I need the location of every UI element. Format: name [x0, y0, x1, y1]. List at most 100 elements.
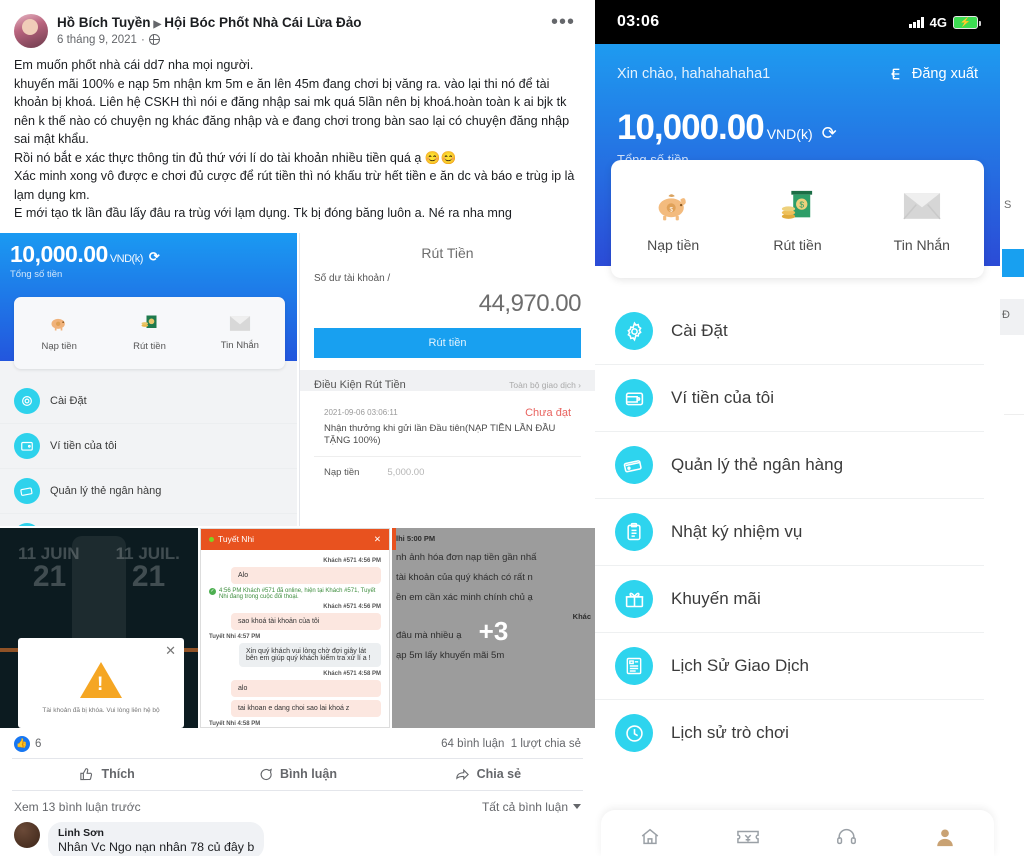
- shares-count[interactable]: 1 lượt chia sẻ: [511, 738, 581, 750]
- post-author-name[interactable]: Hồ Bích Tuyền: [57, 15, 151, 30]
- post-group-name[interactable]: Hội Bóc Phốt Nhà Cái Lừa Đảo: [164, 15, 361, 30]
- poster-numbers: 21 21: [0, 560, 198, 594]
- all-transactions-link[interactable]: Toàn bộ giao dịch ›: [509, 380, 581, 390]
- thumb-withdraw-record2: Nạp tiền 5,000.00: [314, 456, 581, 489]
- thumb-qa-message[interactable]: Tin Nhắn: [195, 315, 285, 351]
- view-previous-comments-link[interactable]: Xem 13 bình luận trước: [14, 800, 141, 814]
- quick-action-deposit[interactable]: $ Nạp tiền: [611, 185, 735, 253]
- thumb-menu-item-partial[interactable]: [0, 514, 297, 526]
- thumb-withdraw-button[interactable]: Rút tiền: [314, 327, 581, 358]
- headset-support-icon: [837, 829, 857, 845]
- cut-off-side-panel: S Đ: [1000, 0, 1024, 856]
- reaction-summary[interactable]: 👍 6: [14, 735, 41, 752]
- logout-label: Đăng xuất: [911, 66, 978, 82]
- post-header: Hồ Bích Tuyền ▶ Hội Bóc Phốt Nhà Cái Lừa Đ…: [0, 0, 595, 52]
- user-profile-icon: [937, 829, 953, 847]
- tab-profile[interactable]: [896, 826, 994, 848]
- collage-image-locked-account[interactable]: 11 JUIN 11 JUIL. 21 21 ✕ Tài khoản đã bị…: [0, 527, 198, 728]
- menu-item-task-log[interactable]: Nhật ký nhiệm vụ: [595, 499, 984, 566]
- close-icon[interactable]: ✕: [374, 534, 381, 545]
- thumb-qa-withdraw-label: Rút tiền: [133, 341, 166, 352]
- menu-item-game-history[interactable]: Lịch sử trò chơi: [595, 700, 984, 766]
- avatar[interactable]: [14, 821, 40, 848]
- collage-image-wallet[interactable]: 10,000.00 VND(k) ⟳ Tổng số tiền Nạp tiền…: [0, 232, 297, 526]
- comments-count[interactable]: 64 bình luận: [441, 738, 504, 750]
- thumb-menu-label: Ví tiền của tôi: [50, 439, 117, 452]
- menu-item-wallet[interactable]: Ví tiền của tôi: [595, 365, 984, 432]
- comment-bubble: Linh Sơn Nhân Vc Ngo nạn nhân 78 củ đây …: [48, 821, 265, 856]
- comment-author[interactable]: Linh Sơn: [58, 827, 254, 839]
- post-action-bar: Thích Bình luận Chia sẻ: [12, 757, 583, 791]
- thumb-wallet-menu: Cài Đặt Ví tiền của tôi Quản lý thẻ ngân…: [0, 361, 297, 526]
- edge-withdraw-button-fragment[interactable]: [1002, 249, 1024, 277]
- close-icon[interactable]: ✕: [165, 643, 176, 659]
- logout-button[interactable]: Đăng xuất: [890, 66, 978, 82]
- post-date: 6 tháng 9, 2021: [57, 33, 137, 46]
- clipboard-icon: [615, 513, 653, 551]
- ticket-yen-icon: [737, 830, 760, 844]
- all-comments-filter[interactable]: Tất cả bình luận: [482, 800, 581, 814]
- thumb-qa-deposit[interactable]: Nạp tiền: [14, 313, 104, 352]
- menu-item-label: Lịch sử trò chơi: [671, 723, 789, 742]
- tab-home[interactable]: [601, 826, 699, 848]
- envelope-icon: [860, 185, 984, 227]
- record2-value: 5,000.00: [387, 467, 425, 479]
- post-title-line: Hồ Bích Tuyền ▶ Hội Bóc Phốt Nhà Cái Lừa Đ…: [57, 15, 545, 32]
- tab-support[interactable]: [798, 826, 896, 848]
- chat-system-message: ✓ 4:56 PM Khách #571 đã online, hiện tại …: [209, 587, 376, 600]
- online-status-dot-icon: [209, 537, 214, 542]
- like-button[interactable]: Thích: [12, 759, 202, 790]
- comment-bubble-icon: [260, 767, 272, 780]
- chat-header: Tuyết Nhi ✕: [201, 528, 389, 550]
- thumb-menu-item-settings[interactable]: Cài Đặt: [0, 379, 297, 424]
- thumb-menu-item-bankcard[interactable]: Quản lý thẻ ngân hàng: [0, 469, 297, 514]
- post-more-options-button[interactable]: •••: [545, 12, 581, 32]
- bank-card-icon: [615, 446, 653, 484]
- collage-image-withdraw[interactable]: Rút Tiền Số dư tài khoản / 44,970.00 Rút…: [299, 232, 595, 526]
- chat-message: alo: [231, 679, 381, 697]
- more-line-3: ền em cần xác minh chính chủ ạ: [396, 591, 533, 603]
- post-line-0: Em muốn phốt nhà cái dd7 nha mọi người.: [14, 58, 254, 72]
- svg-text:$: $: [670, 206, 674, 213]
- thumb-locked: 11 JUIN 11 JUIL. 21 21 ✕ Tài khoản đã bị…: [0, 527, 198, 728]
- bank-card-icon: [14, 477, 40, 504]
- status-bar-time: 03:06: [617, 13, 660, 30]
- post-line-2: Rồi nó bắt e xác thực thông tin đủ thứ v…: [14, 150, 457, 165]
- avatar[interactable]: [14, 14, 48, 48]
- bottom-tab-bar: [601, 810, 994, 856]
- more-line-6: ạp 5m lấy khuyến mãi 5m: [396, 649, 505, 661]
- thumb-menu-item-wallet[interactable]: Ví tiền của tôi: [0, 424, 297, 469]
- thumb-withdraw-record: 2021-09-06 03:06:11 Chưa đạt Nhận thưởng…: [314, 398, 581, 457]
- refresh-icon[interactable]: ⟳: [149, 249, 160, 268]
- comment-text: Nhân Vc Ngo nạn nhân 78 củ đây b: [58, 839, 255, 854]
- record2-key: Nạp tiền: [324, 467, 360, 479]
- quick-action-message[interactable]: Tin Nhắn: [860, 185, 984, 253]
- menu-item-settings[interactable]: Cài Đặt: [595, 298, 984, 365]
- collage-image-more[interactable]: lhi 5:00 PM nh ảnh hóa đơn nạp tiền gần …: [392, 527, 595, 728]
- thumb-qa-withdraw[interactable]: Rút tiền: [104, 313, 194, 352]
- globe-icon: [148, 34, 160, 46]
- collage-image-livechat[interactable]: Tuyết Nhi ✕ Khách #571 4:56 PM Alo ✓ 4:56…: [200, 527, 390, 728]
- share-button[interactable]: Chia sẻ: [393, 759, 583, 790]
- comment-content: Linh Sơn Nhân Vc Ngo nạn nhân 78 củ đây …: [48, 821, 581, 856]
- menu-item-promotions[interactable]: Khuyến mãi: [595, 566, 984, 633]
- post-author-block: Hồ Bích Tuyền ▶ Hội Bóc Phốt Nhà Cái Lừa Đ…: [57, 14, 545, 46]
- thumb-wallet-balance-row: 10,000.00 VND(k) ⟳: [10, 241, 287, 268]
- chat-meta: Khách #571 4:56 PM: [323, 603, 381, 610]
- chat-meta: Tuyết Nhi 4:57 PM: [209, 633, 261, 640]
- chat-body: Khách #571 4:56 PM Alo ✓ 4:56 PM Khách #5…: [201, 550, 389, 727]
- mobile-app-pane: 03:06 4G ⚡ Xin chào, hahahahaha1 Đăng xu…: [595, 0, 1000, 856]
- tab-promotion[interactable]: [699, 826, 797, 848]
- piggy-bank-icon: [51, 318, 65, 331]
- home-icon: [641, 828, 659, 845]
- menu-item-label: Nhật ký nhiệm vụ: [671, 522, 803, 541]
- more-line-0: lhi 5:00 PM: [396, 533, 436, 543]
- menu-item-bank-cards[interactable]: Quản lý thẻ ngân hàng: [595, 432, 984, 499]
- greeting-row: Xin chào, hahahahaha1 Đăng xuất: [617, 66, 978, 82]
- comment-button[interactable]: Bình luận: [202, 759, 392, 790]
- locked-dialog: ✕ Tài khoản đã bị khóa. Vui lòng liên hệ…: [18, 637, 184, 728]
- chat-message: sao khoá tài khoản của tôi: [231, 612, 381, 630]
- refresh-icon[interactable]: ⟳: [822, 123, 837, 145]
- quick-action-withdraw[interactable]: $ Rút tiền: [735, 185, 859, 253]
- menu-item-transaction-history[interactable]: Lịch Sử Giao Dịch: [595, 633, 984, 700]
